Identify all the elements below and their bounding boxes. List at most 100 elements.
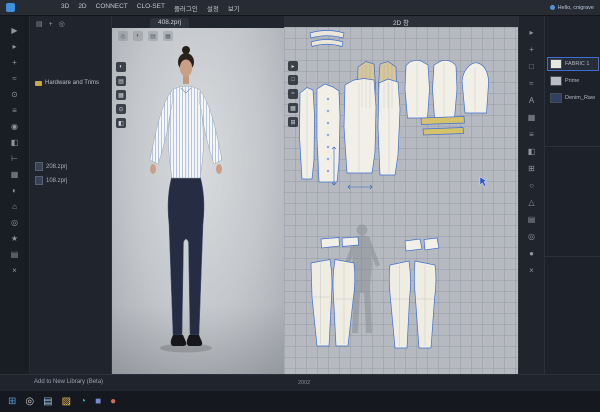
mesh-display-icon[interactable]: ▦	[116, 90, 126, 100]
fabric-item-fabric1[interactable]: FABRIC 1	[548, 58, 598, 70]
pattern-collar-band-top[interactable]	[310, 31, 344, 39]
texture-2d-icon[interactable]: ⊞	[288, 117, 298, 127]
menu-2d[interactable]: 2D	[78, 3, 86, 13]
search-icon[interactable]: ◎	[25, 396, 34, 408]
fabric-item-prime[interactable]: Prime	[548, 75, 598, 87]
library-list-icon[interactable]: ▤	[36, 20, 43, 29]
pattern-yoke-right-2[interactable]	[424, 238, 439, 250]
add-point-tool-icon[interactable]: +	[529, 45, 534, 54]
layer-tool-icon[interactable]: ▤	[11, 250, 19, 259]
pin-display-icon[interactable]: ⊙	[116, 104, 126, 114]
rectangle-tool-icon[interactable]: □	[529, 62, 534, 71]
sewing-tool-icon[interactable]: ≈	[12, 74, 16, 83]
account-greeting[interactable]: Hello, cnigrave	[550, 5, 594, 11]
camera-tool-icon[interactable]: ◎	[11, 218, 18, 227]
library-add-icon[interactable]: +	[49, 20, 53, 29]
left-toolbar: ▶ ▸ + ≈ ⊙ ≡ ◉ ◧ ⊢ ▦ ◐ ⌂ ◎ ★ ▤ ×	[0, 16, 30, 374]
point-tool-icon[interactable]: ●	[529, 249, 534, 258]
pattern-sleeve[interactable]	[462, 63, 489, 113]
button-tool-icon[interactable]: ◉	[11, 122, 18, 131]
avatar-display-icon[interactable]: ◐	[116, 62, 126, 72]
zipper-tool-icon[interactable]: ≡	[12, 106, 17, 115]
delete-tool-icon-2d[interactable]: ×	[529, 266, 534, 275]
pattern-pant-front-left[interactable]	[389, 261, 410, 348]
pattern-bodice-center-left[interactable]	[344, 79, 376, 174]
simulate-tool-icon[interactable]: ▶	[11, 26, 17, 35]
pattern-placket-right[interactable]	[317, 84, 340, 182]
measure-tool-icon[interactable]: ⊢	[11, 154, 18, 163]
menu-3d[interactable]: 3D	[61, 3, 69, 13]
pattern-collar-band-bottom[interactable]	[311, 40, 343, 47]
menu-view[interactable]: 보기	[228, 3, 240, 13]
text-tool-icon[interactable]: A	[529, 96, 534, 105]
floor-shadow	[160, 344, 212, 353]
fabric-item-denim-raw[interactable]: Denim_Raw	[548, 92, 598, 104]
avatar-tool-icon[interactable]: ◐	[12, 186, 17, 195]
add-to-new-library-button[interactable]: Add to New Library (Beta)	[34, 379, 103, 385]
select-move-tool-icon[interactable]: ▸	[12, 42, 16, 51]
library-panel: ▤ + ◎ Hardware and Trims 208.zprj 108.zprj	[30, 16, 112, 374]
start-button-icon[interactable]: ⊞	[8, 396, 16, 408]
avatar-face	[180, 60, 192, 77]
texture-display-icon[interactable]: ◧	[116, 118, 126, 128]
menu-closet[interactable]: CLO-SET	[137, 3, 165, 13]
edit-pattern-icon[interactable]: □	[288, 75, 298, 85]
fabric-tool-icon[interactable]: ▦	[11, 170, 19, 179]
scene-tool-icon[interactable]: ⌂	[12, 202, 17, 211]
add-tool-icon[interactable]: +	[12, 58, 17, 67]
pattern-waistband-left-1[interactable]	[321, 238, 340, 249]
pattern-front-right[interactable]	[433, 60, 458, 118]
edge-browser-icon[interactable]: ◔	[80, 396, 86, 408]
light-tool-icon[interactable]: ★	[11, 234, 18, 243]
pattern-pant-back-left[interactable]	[311, 260, 332, 347]
pattern-mesh-icon[interactable]: ▦	[528, 113, 536, 122]
render-style-icon[interactable]: ◐	[133, 31, 143, 41]
library-search-icon[interactable]: ◎	[59, 20, 65, 29]
fold-arrange-tool-icon[interactable]: ◧	[11, 138, 19, 147]
menu-settings[interactable]: 설정	[207, 3, 219, 13]
menu-plugin[interactable]: 플러그인	[174, 3, 198, 13]
library-file-108[interactable]: 108.zprj	[35, 176, 109, 185]
viewport-3d-canvas[interactable]: ◎ ◐ ▤ ▦ ◐ ▤ ▦ ⊙ ◧	[112, 28, 284, 374]
folder-label: Hardware and Trims	[45, 80, 99, 86]
layer-tool-icon-2d[interactable]: ▤	[528, 215, 536, 224]
avatar-pants[interactable]	[168, 176, 204, 335]
file-explorer-icon[interactable]: ▨	[62, 396, 71, 408]
trace-tool-icon[interactable]: ◎	[528, 232, 535, 241]
grading-tool-icon[interactable]: ⊞	[528, 164, 535, 173]
library-folder-hardware-and-trims[interactable]: Hardware and Trims	[35, 80, 99, 86]
avatar-3d[interactable]	[112, 28, 284, 374]
file-icon	[35, 162, 43, 171]
pin-tool-icon[interactable]: ⊙	[11, 90, 18, 99]
cloth-display-icon[interactable]: ▤	[116, 76, 126, 86]
project-tab[interactable]: 408.zprj	[150, 18, 189, 28]
pattern-cuff-bottom[interactable]	[423, 128, 464, 136]
fold-tool-icon[interactable]: ◧	[528, 147, 536, 156]
select-tool-2d-icon[interactable]: ▸	[529, 28, 533, 37]
curve-edit-icon[interactable]: ≈	[288, 89, 298, 99]
seam-tool-icon[interactable]: ≡	[529, 130, 534, 139]
task-view-icon[interactable]: ▤	[43, 396, 52, 408]
show-avatar-icon[interactable]: ▤	[148, 31, 158, 41]
library-file-208[interactable]: 208.zprj	[35, 162, 109, 171]
camera-view-icon[interactable]: ◎	[118, 31, 128, 41]
fabric-swatch	[550, 59, 562, 69]
select-pattern-icon[interactable]: ▸	[288, 61, 298, 71]
show-grid-icon[interactable]: ▦	[163, 31, 173, 41]
grid-toggle-icon[interactable]: ▦	[288, 103, 298, 113]
menu-connect[interactable]: CONNECT	[96, 3, 128, 13]
project-tab-bar: 408.zprj	[112, 16, 284, 28]
dart-tool-icon[interactable]: △	[528, 198, 534, 207]
curve-tool-icon[interactable]: ≈	[529, 79, 533, 88]
object-browser-panel: FABRIC 1 Prime Denim_Raw	[544, 16, 600, 374]
pattern-cuff-top[interactable]	[421, 117, 465, 125]
app-window-icon[interactable]: ■	[95, 396, 101, 408]
pattern-front-left[interactable]	[405, 60, 430, 118]
pattern-yoke-right-1[interactable]	[405, 239, 422, 251]
delete-tool-icon[interactable]: ×	[12, 266, 17, 275]
viewport-2d-canvas[interactable]: ▸ □ ≈ ▦ ⊞	[284, 27, 518, 374]
circle-tool-icon[interactable]: ○	[529, 181, 534, 190]
pattern-waistband-left-2[interactable]	[342, 237, 359, 247]
media-app-icon[interactable]: ●	[110, 396, 116, 408]
avatar-hand-right	[216, 164, 222, 174]
